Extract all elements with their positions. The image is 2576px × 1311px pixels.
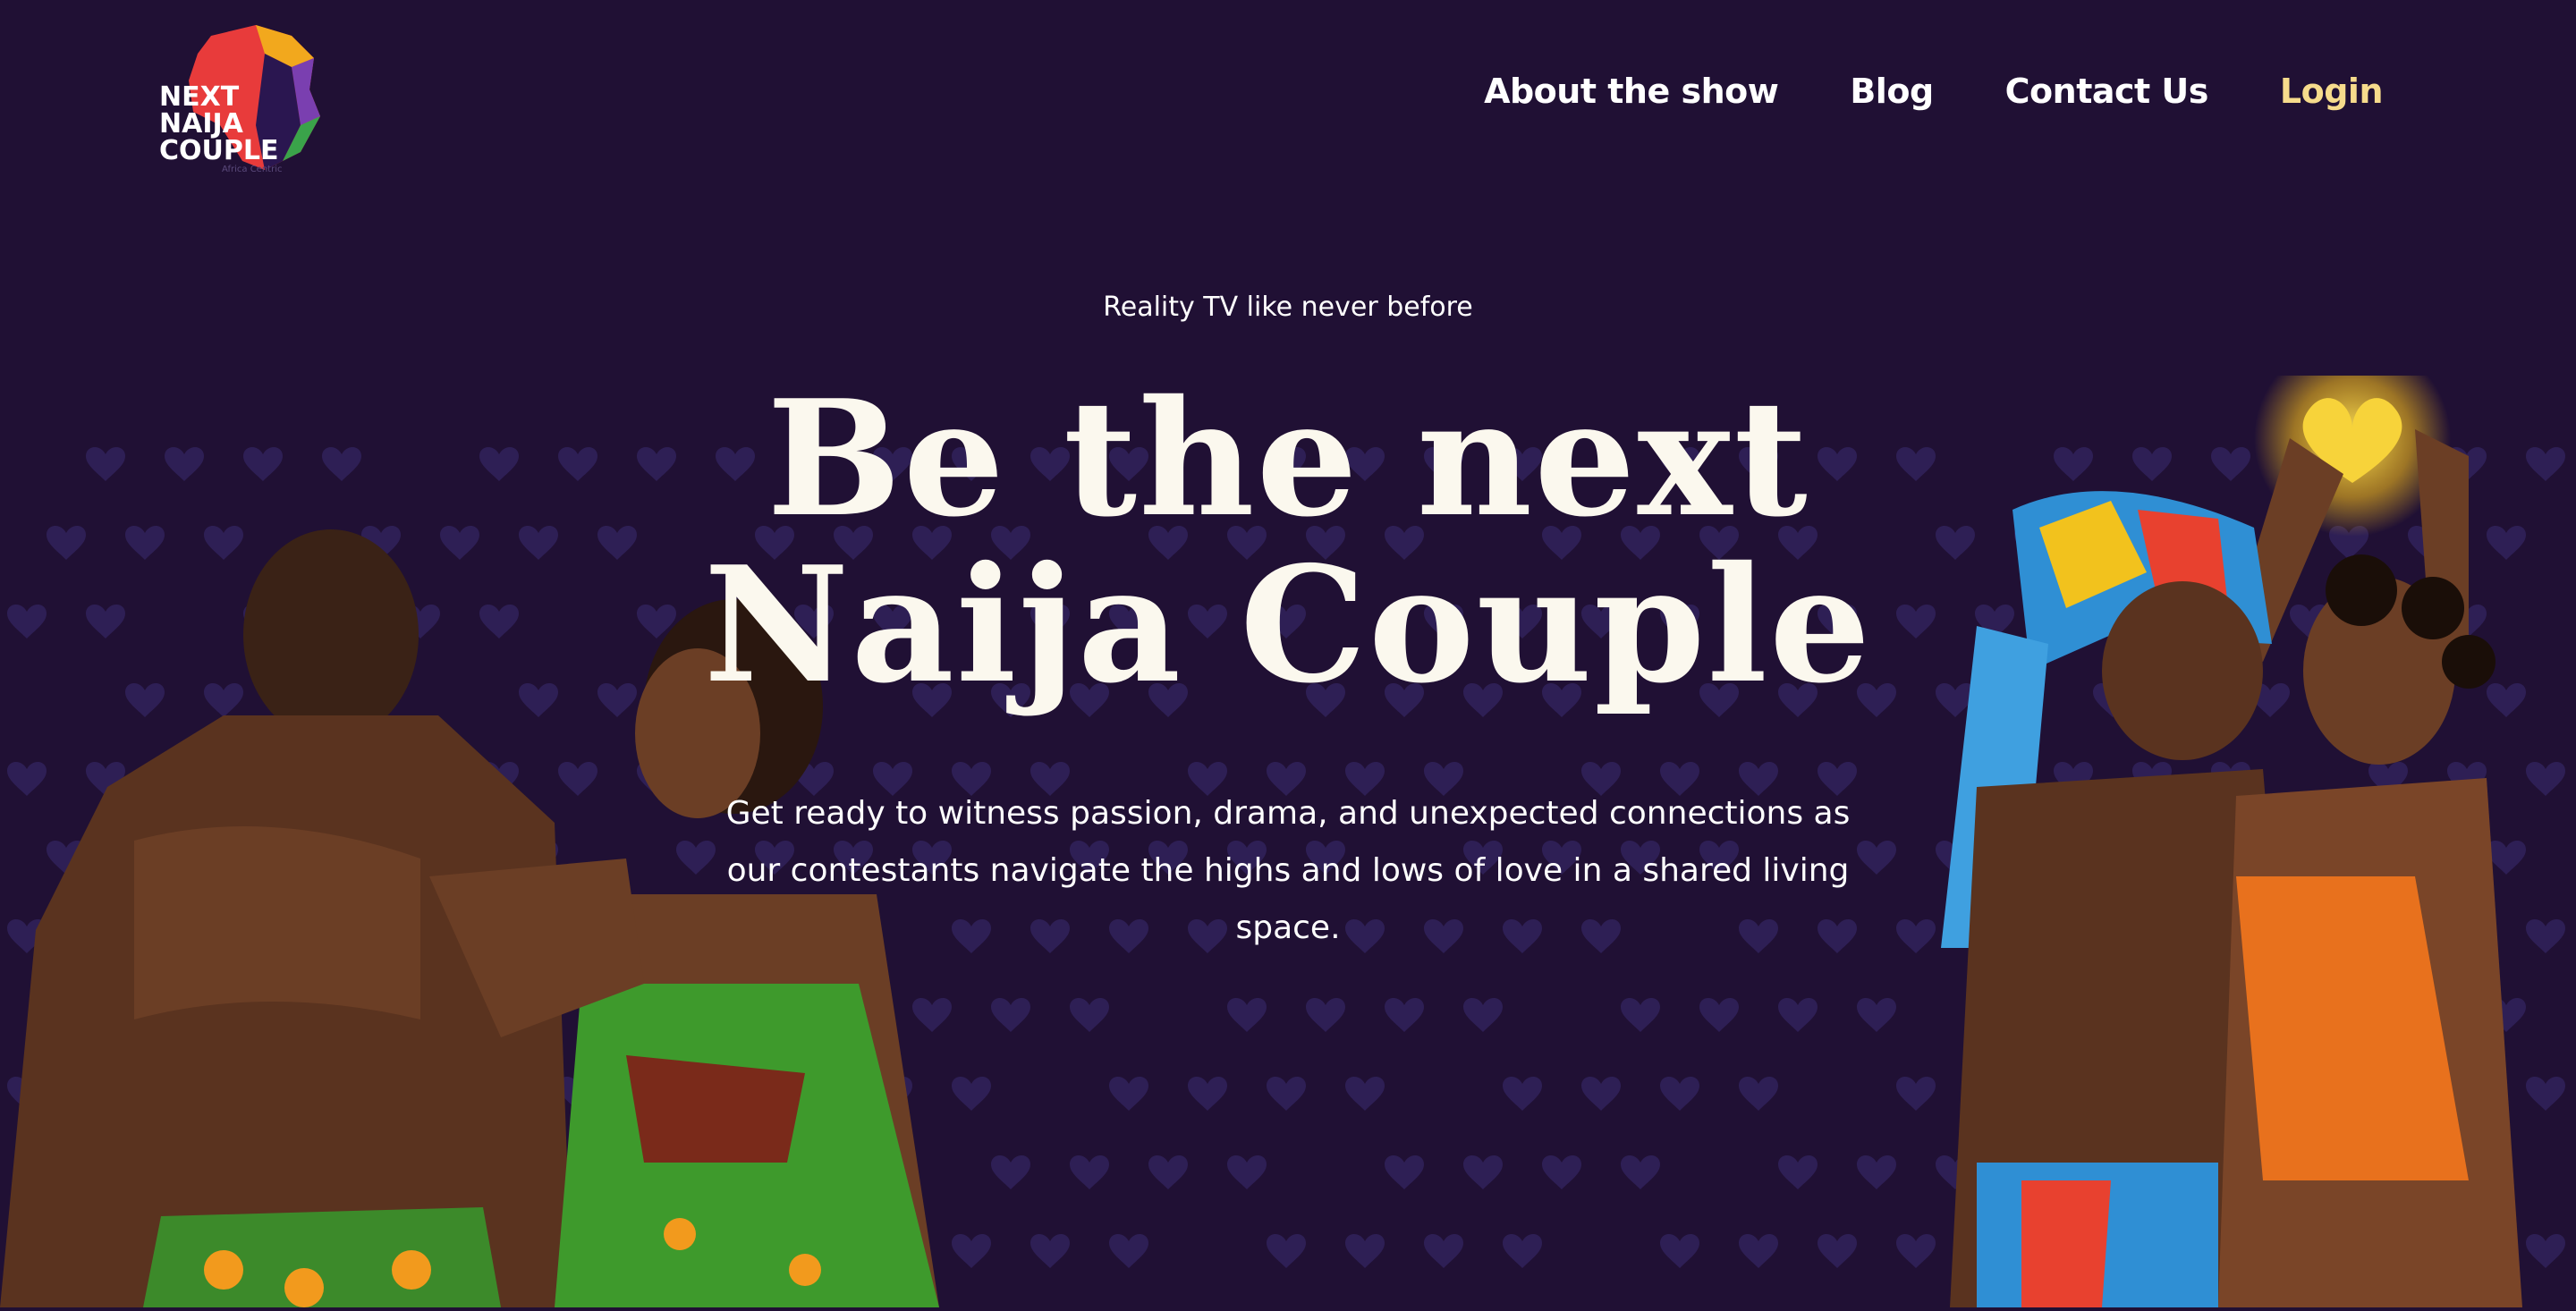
heart-pattern-icon (1778, 997, 1818, 1032)
heart-pattern-icon (1306, 997, 1345, 1032)
hero-headline-line-2: Naija Couple (703, 531, 1873, 718)
heart-pattern-icon (1385, 1155, 1424, 1189)
logo-africa-icon: NEXT NAIJA COUPLE Africa Centric (159, 25, 320, 174)
hero-tagline: Reality TV like never before (1103, 292, 1473, 323)
heart-pattern-icon (1621, 1155, 1660, 1189)
heart-pattern-icon (1345, 1076, 1385, 1111)
heart-pattern-icon (1424, 1233, 1463, 1268)
site-logo[interactable]: NEXT NAIJA COUPLE Africa Centric (157, 18, 327, 179)
heart-pattern-icon (1463, 997, 1503, 1032)
heart-pattern-icon (1227, 1155, 1267, 1189)
heart-pattern-icon (1188, 1076, 1227, 1111)
heart-pattern-icon (1660, 1076, 1699, 1111)
hero-headline-line-1: Be the next (767, 365, 1809, 552)
heart-pattern-icon (1385, 997, 1424, 1032)
heart-pattern-icon (1267, 1076, 1306, 1111)
nav-blog[interactable]: Blog (1850, 72, 1934, 111)
heart-pattern-icon (1739, 1076, 1778, 1111)
heart-pattern-icon (1070, 997, 1109, 1032)
nav-contact-us[interactable]: Contact Us (2005, 72, 2209, 111)
heart-pattern-icon (1148, 1155, 1188, 1189)
heart-pattern-icon (1503, 1076, 1542, 1111)
heart-pattern-icon (1345, 1233, 1385, 1268)
heart-pattern-icon (1621, 997, 1660, 1032)
svg-text:COUPLE: COUPLE (159, 135, 278, 166)
heart-pattern-icon (1109, 1076, 1148, 1111)
svg-text:Africa Centric: Africa Centric (222, 165, 282, 174)
hero-headline: Be the next Naija Couple (0, 376, 2576, 708)
heart-pattern-icon (1463, 1155, 1503, 1189)
heart-pattern-icon (1503, 1233, 1542, 1268)
nav-login[interactable]: Login (2280, 72, 2384, 111)
heart-pattern-icon (1660, 1233, 1699, 1268)
heart-pattern-icon (1070, 1155, 1109, 1189)
main-navigation: About the show Blog Contact Us Login (1484, 72, 2383, 111)
hero-description: Get ready to witness passion, drama, and… (725, 795, 1851, 946)
heart-pattern-icon (1227, 997, 1267, 1032)
heart-pattern-icon (1030, 1233, 1070, 1268)
heart-pattern-icon (1542, 1155, 1581, 1189)
nav-about-the-show[interactable]: About the show (1484, 72, 1779, 111)
heart-pattern-icon (1581, 1076, 1621, 1111)
heart-pattern-icon (1109, 1233, 1148, 1268)
heart-pattern-icon (1267, 1233, 1306, 1268)
heart-pattern-icon (1699, 997, 1739, 1032)
heart-pattern-icon (1778, 1155, 1818, 1189)
heart-pattern-icon (1739, 1233, 1778, 1268)
